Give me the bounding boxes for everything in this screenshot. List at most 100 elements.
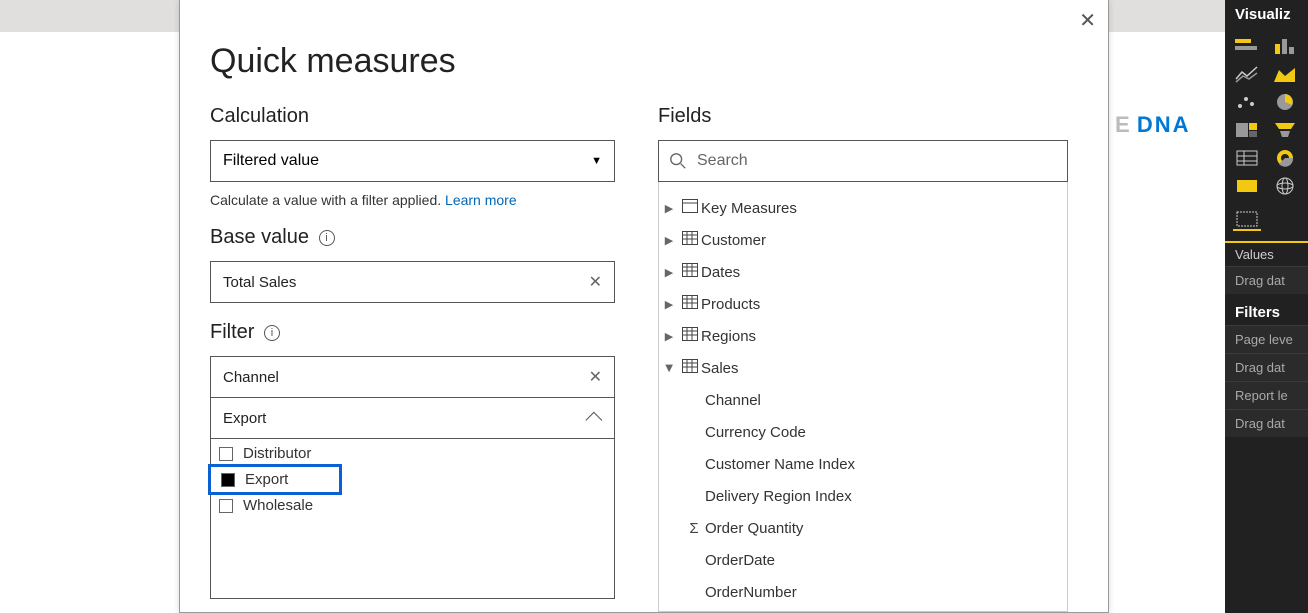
line-chart-icon[interactable]	[1233, 63, 1261, 85]
fields-tree: ▶ Key Measures ▶ Customer ▶ Dates	[658, 182, 1068, 612]
donut-chart-icon[interactable]	[1271, 147, 1299, 169]
table-icon	[679, 327, 701, 345]
column-label: OrderNumber	[705, 584, 797, 601]
visualization-icon-grid	[1225, 29, 1308, 203]
base-value-field[interactable]: Total Sales ✕	[210, 261, 615, 303]
report-level-filters-label: Report le	[1225, 381, 1308, 409]
info-icon[interactable]: i	[264, 325, 280, 341]
filter-field-text: Channel	[223, 369, 279, 386]
table-icon	[679, 295, 701, 313]
column-label: Customer Name Index	[705, 456, 855, 473]
chevron-down-icon: ▼	[591, 155, 602, 167]
clear-icon[interactable]: ✕	[589, 272, 602, 292]
table-icon	[679, 231, 701, 249]
treemap-icon[interactable]	[1233, 119, 1261, 141]
column-node-ordernumber[interactable]: OrderNumber	[659, 576, 1067, 608]
clear-icon[interactable]: ✕	[589, 367, 602, 387]
filter-label-text: Filter	[210, 321, 254, 343]
calculation-description: Calculate a value with a filter applied.…	[210, 192, 615, 208]
column-chart-icon[interactable]	[1271, 35, 1299, 57]
column-node-order-quantity[interactable]: ΣOrder Quantity	[659, 512, 1067, 544]
filter-option-distributor[interactable]: Distributor	[211, 443, 614, 464]
base-value-label: Base value i	[210, 226, 615, 249]
logo-suffix: DNA	[1137, 112, 1191, 137]
highlight-box: Export	[208, 464, 342, 495]
table-node-products[interactable]: ▶ Products	[659, 288, 1067, 320]
stacked-bar-icon[interactable]	[1233, 35, 1261, 57]
base-value-label-text: Base value	[210, 226, 309, 248]
brand-logo: E DNA	[1115, 112, 1190, 138]
table-node-customer[interactable]: ▶ Customer	[659, 224, 1067, 256]
info-icon[interactable]: i	[319, 230, 335, 246]
column-node-currency-code[interactable]: Currency Code	[659, 416, 1067, 448]
column-node-customer-name-index[interactable]: Customer Name Index	[659, 448, 1067, 480]
column-label: OrderDate	[705, 552, 775, 569]
column-label: Channel	[705, 392, 761, 409]
pie-chart-icon[interactable]	[1271, 91, 1299, 113]
report-filter-drag-hint[interactable]: Drag dat	[1225, 409, 1308, 437]
table-node-key-measures[interactable]: ▶ Key Measures	[659, 192, 1067, 224]
sigma-icon: Σ	[683, 520, 705, 537]
values-drag-hint[interactable]: Drag dat	[1225, 266, 1308, 294]
table-icon	[679, 359, 701, 377]
expand-icon[interactable]: ▶	[659, 330, 679, 343]
base-value-text: Total Sales	[223, 274, 296, 291]
column-node-orderdate[interactable]: OrderDate	[659, 544, 1067, 576]
option-label: Wholesale	[243, 497, 313, 514]
checkbox-icon[interactable]	[219, 499, 233, 513]
card-visual-icon[interactable]	[1233, 175, 1261, 197]
option-label: Distributor	[243, 445, 311, 462]
expand-icon[interactable]: ▶	[659, 202, 679, 215]
page-level-filters-label: Page leve	[1225, 325, 1308, 353]
table-visual-icon[interactable]	[1233, 147, 1261, 169]
learn-more-link[interactable]: Learn more	[445, 192, 517, 208]
matrix-visual-icon[interactable]	[1233, 209, 1261, 231]
page-filter-drag-hint[interactable]: Drag dat	[1225, 353, 1308, 381]
dialog-title: Quick measures	[210, 42, 456, 81]
dialog-close-button[interactable]: ✕	[1079, 8, 1096, 33]
table-node-dates[interactable]: ▶ Dates	[659, 256, 1067, 288]
checkbox-icon[interactable]	[219, 447, 233, 461]
quick-measures-dialog: ✕ Quick measures Calculation Filtered va…	[179, 0, 1109, 613]
funnel-chart-icon[interactable]	[1271, 119, 1299, 141]
values-well-label: Values	[1225, 241, 1308, 266]
matrix-visual-row	[1225, 203, 1308, 237]
table-label: Key Measures	[701, 200, 797, 217]
chevron-up-icon	[585, 412, 602, 429]
visualizations-panel: Visualiz Values Drag dat Filters Page le…	[1225, 0, 1308, 613]
expand-icon[interactable]: ▶	[659, 234, 679, 247]
dialog-left-column: Calculation Filtered value ▼ Calculate a…	[210, 105, 615, 599]
table-node-regions[interactable]: ▶ Regions	[659, 320, 1067, 352]
filter-value-dropdown[interactable]: Export	[210, 397, 615, 439]
option-label: Export	[245, 471, 288, 488]
expand-icon[interactable]: ▶	[659, 266, 679, 279]
area-chart-icon[interactable]	[1271, 63, 1299, 85]
measure-group-icon	[679, 199, 701, 217]
filter-label: Filter i	[210, 321, 615, 344]
filter-option-wholesale[interactable]: Wholesale	[211, 495, 614, 516]
calculation-select[interactable]: Filtered value ▼	[210, 140, 615, 182]
column-node-delivery-region-index[interactable]: Delivery Region Index	[659, 480, 1067, 512]
fields-search-input[interactable]: Search	[658, 140, 1068, 182]
column-label: Delivery Region Index	[705, 488, 852, 505]
column-label: Order Quantity	[705, 520, 803, 537]
visualizations-title: Visualiz	[1225, 0, 1308, 29]
expand-icon[interactable]: ▶	[659, 298, 679, 311]
table-label: Sales	[701, 360, 739, 377]
filter-field[interactable]: Channel ✕	[210, 356, 615, 398]
checkbox-icon[interactable]	[221, 473, 235, 487]
column-node-channel[interactable]: Channel	[659, 384, 1067, 416]
table-node-sales[interactable]: ▶ Sales	[659, 352, 1067, 384]
fields-label: Fields	[658, 105, 1068, 128]
search-placeholder: Search	[697, 152, 748, 170]
filters-title: Filters	[1225, 294, 1308, 325]
filter-options-list: Distributor Export Wholesale	[210, 439, 615, 599]
filter-option-export[interactable]: Export	[213, 469, 296, 490]
calculation-value: Filtered value	[223, 152, 319, 170]
filter-selected-option: Export	[223, 410, 266, 427]
table-label: Regions	[701, 328, 756, 345]
globe-visual-icon[interactable]	[1271, 175, 1299, 197]
collapse-icon[interactable]: ▶	[664, 358, 675, 378]
scatter-chart-icon[interactable]	[1233, 91, 1261, 113]
table-label: Dates	[701, 264, 740, 281]
